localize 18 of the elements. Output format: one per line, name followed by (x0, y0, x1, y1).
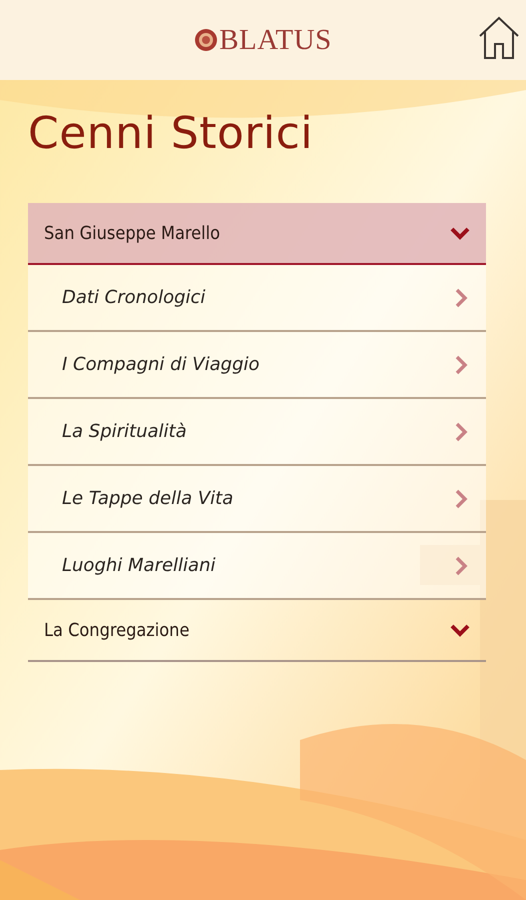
chevron-right-icon (455, 422, 468, 442)
list-item[interactable]: Dati Cronologici (28, 265, 486, 332)
chevron-down-icon (450, 226, 470, 240)
list-item[interactable]: I Compagni di Viaggio (28, 332, 486, 399)
list-item[interactable]: Le Tappe della Vita (28, 466, 486, 533)
chevron-right-icon (455, 288, 468, 308)
chevron-right-icon (455, 556, 468, 576)
chevron-down-icon (450, 624, 470, 636)
chevron-right-icon (455, 354, 468, 374)
list-item[interactable]: La Spiritualità (28, 399, 486, 466)
list-item[interactable]: Luoghi Marelliani (28, 533, 486, 600)
home-icon (477, 14, 521, 60)
chevron-right-icon (455, 488, 468, 508)
section-header[interactable]: San Giuseppe Marello (28, 203, 486, 265)
section-header[interactable]: La Congregazione (28, 600, 486, 662)
emblem-icon (194, 28, 218, 52)
page-title: Cenni Storici (28, 108, 314, 159)
logo-text: BLATUS (219, 24, 332, 56)
